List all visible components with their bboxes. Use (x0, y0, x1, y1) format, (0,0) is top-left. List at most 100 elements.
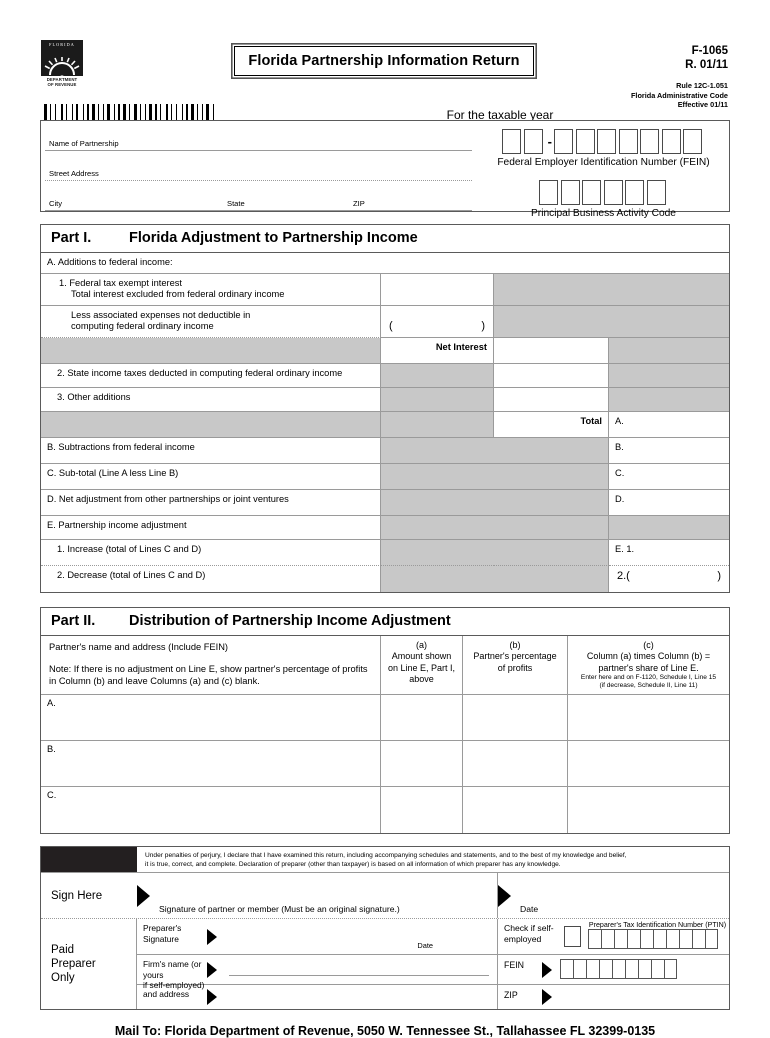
line-b-text: B. Subtractions from federal income (47, 441, 195, 452)
ptin-box[interactable] (692, 929, 705, 949)
preparer-sig-line-2: Signature (143, 933, 179, 944)
line-c-amount-input[interactable]: C. (609, 464, 729, 490)
firm-name-label: Firm's name (or yours if self-employed) (137, 955, 207, 990)
line-b-amount-input[interactable]: B. (609, 438, 729, 464)
line-e2-amount-input[interactable]: 2.( ) (609, 566, 729, 592)
fein-box[interactable] (502, 129, 522, 154)
row-col-b-input[interactable] (463, 741, 568, 787)
pbac-box[interactable] (646, 180, 666, 205)
preparer-signature-arrow-icon (207, 928, 217, 945)
address-arrow-icon (207, 989, 217, 1005)
ptin-box[interactable] (627, 929, 640, 949)
ptin-box[interactable] (601, 929, 614, 949)
line-d-amount-input[interactable]: D. (609, 490, 729, 516)
line-1-less-amount-input[interactable]: ( ) (381, 305, 494, 338)
fein-box[interactable] (575, 129, 595, 154)
fein-box[interactable] (523, 129, 543, 154)
row-col-c-input[interactable] (568, 787, 729, 833)
pbac-box[interactable] (582, 180, 601, 205)
self-employed-checkbox[interactable] (563, 926, 581, 947)
part-2-number: Part II. (51, 612, 96, 629)
partner-name-input[interactable]: A. (41, 695, 381, 741)
col-a-line1: Amount shown (391, 651, 452, 661)
row-col-b-input[interactable] (463, 787, 568, 833)
fein-box[interactable] (618, 129, 638, 154)
col-c-line4: (if decrease, Schedule II, Line 11) (599, 682, 698, 689)
ptin-box[interactable] (588, 929, 601, 949)
part-1-title: Florida Adjustment to Partnership Income (129, 230, 418, 246)
partner-name-input[interactable]: C. (41, 787, 381, 833)
line-2-row: 2. State income taxes deducted in comput… (41, 363, 729, 388)
line-e-label-cell: E. Partnership income adjustment (41, 515, 381, 540)
preparer-fein-boxes[interactable] (558, 959, 729, 979)
line-e1-amount-input[interactable]: E. 1. (609, 540, 729, 566)
table-row: B. (41, 741, 729, 787)
firm-name-field[interactable] (223, 955, 497, 984)
col-c-header: (c) Column (a) times Column (b) = partne… (568, 636, 729, 695)
line-b-shade (381, 437, 494, 464)
ptin-boxes[interactable] (586, 929, 729, 949)
preparer-fein-box[interactable] (573, 959, 586, 979)
preparer-fein-box[interactable] (625, 959, 638, 979)
partner-name-input[interactable]: B. (41, 741, 381, 787)
fein-box[interactable] (597, 129, 617, 154)
ptin-box[interactable] (614, 929, 627, 949)
row-col-c-input[interactable] (568, 741, 729, 787)
ptin-box[interactable] (653, 929, 666, 949)
preparer-fein-box[interactable] (651, 959, 664, 979)
fein-box[interactable] (683, 129, 703, 154)
ptin-box[interactable] (679, 929, 692, 949)
signature-arrow-icon (137, 884, 150, 907)
preparer-signature-field[interactable]: Date (223, 919, 497, 954)
line-2-text: 2. State income taxes deducted in comput… (57, 367, 343, 378)
pbac-box[interactable] (539, 180, 558, 205)
ptin-box[interactable] (705, 929, 718, 949)
row-col-a-input[interactable] (381, 695, 463, 741)
row-col-b-input[interactable] (463, 695, 568, 741)
page-title: Florida Partnership Information Return (248, 53, 520, 69)
fein-box[interactable] (661, 129, 681, 154)
table-row: C. (41, 787, 729, 833)
preparer-zip-field[interactable] (558, 985, 729, 1009)
fein-box[interactable] (554, 129, 574, 154)
pbac-box[interactable] (625, 180, 644, 205)
net-interest-amount-input[interactable] (494, 337, 609, 364)
street-address-field[interactable]: Street Address (41, 151, 478, 181)
ptin-box[interactable] (640, 929, 653, 949)
fein-box[interactable] (640, 129, 660, 154)
city-state-zip-field[interactable]: City State ZIP (41, 181, 478, 211)
total-a-amount-input[interactable]: A. (609, 412, 729, 438)
pbac-boxes[interactable] (478, 180, 729, 205)
rule-citation: Rule 12C-1.051 (676, 81, 728, 90)
pbac-box[interactable] (603, 180, 623, 205)
partner-signature-field[interactable]: Signature of partner or member (Must be … (137, 873, 497, 918)
line-1-amount-input[interactable] (381, 273, 494, 306)
logo-emblem: FLORIDA (41, 40, 83, 76)
row-col-c-input[interactable] (568, 695, 729, 741)
line-2-amount-input[interactable] (494, 363, 609, 388)
firm-address-field[interactable] (223, 985, 497, 1009)
preparer-fein-box[interactable] (612, 959, 625, 979)
line-3-shade (381, 387, 494, 412)
preparer-fein-box[interactable] (586, 959, 599, 979)
ptin-box[interactable] (666, 929, 679, 949)
row-col-a-input[interactable] (381, 787, 463, 833)
preparer-fein-box[interactable] (664, 959, 677, 979)
preparer-fein-box[interactable] (560, 959, 573, 979)
line-b-label-cell: B. Subtractions from federal income (41, 437, 381, 464)
row-col-a-input[interactable] (381, 741, 463, 787)
perjury-line-1: Under penalties of perjury, I declare th… (145, 852, 627, 859)
partnership-name-field[interactable]: Name of Partnership (41, 121, 478, 151)
signature-date-field[interactable]: Date (497, 873, 729, 918)
fein-boxes[interactable]: - (478, 129, 729, 154)
address-fields: Name of Partnership Street Address City … (41, 121, 478, 211)
preparer-fein-box[interactable] (638, 959, 651, 979)
line-3-amount-input[interactable] (494, 387, 609, 412)
line-e-shade-3 (609, 515, 729, 540)
pbac-box[interactable] (560, 180, 580, 205)
preparer-ptin-area: Check if self- employed Preparer's Tax I… (497, 919, 729, 954)
line-1-text-c: Less associated expenses not deductible … (71, 309, 251, 320)
line-c-letter: C. (615, 467, 625, 478)
section-a-row: A. Additions to federal income: (41, 253, 729, 274)
preparer-fein-box[interactable] (599, 959, 612, 979)
